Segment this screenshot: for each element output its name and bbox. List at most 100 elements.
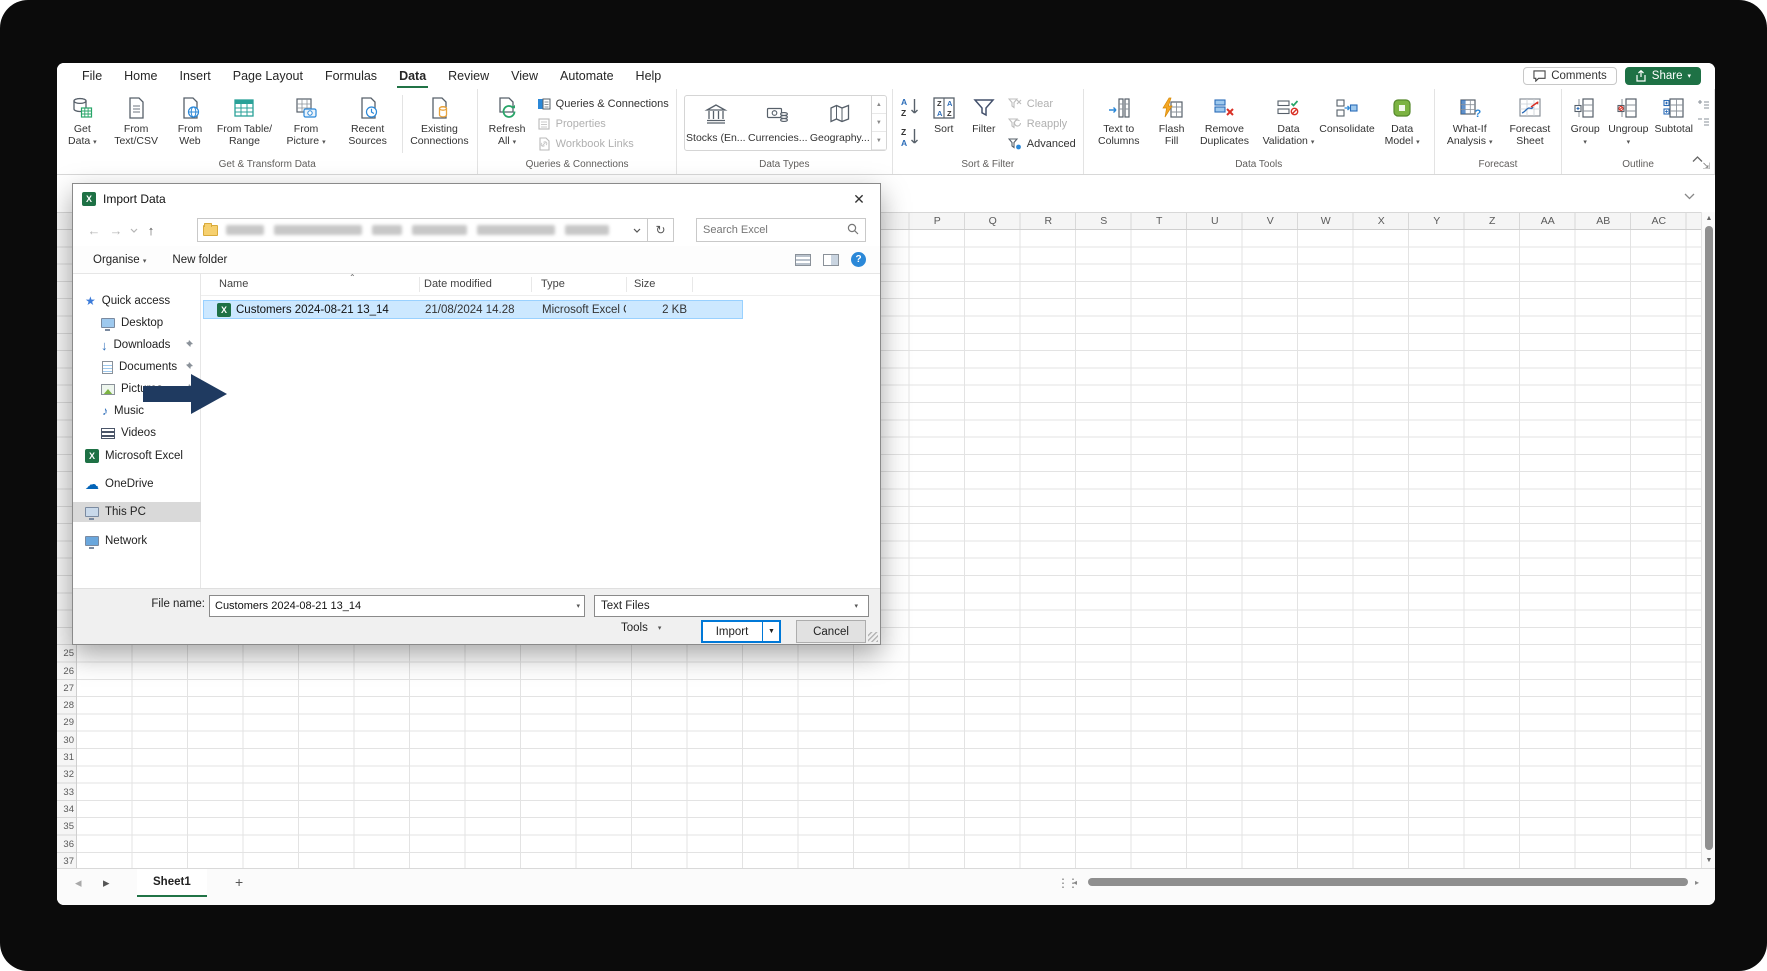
- scroll-right-icon[interactable]: ▸: [1695, 878, 1699, 887]
- column-header-Q[interactable]: Q: [965, 213, 1021, 229]
- text-to-columns-button[interactable]: Text to Columns: [1087, 91, 1151, 157]
- row-header-33[interactable]: 33: [57, 784, 74, 801]
- file-type-combo[interactable]: Text Files ▾: [594, 595, 869, 617]
- row-header-35[interactable]: 35: [57, 818, 74, 835]
- column-header-V[interactable]: V: [1243, 213, 1299, 229]
- row-header-32[interactable]: 32: [57, 766, 74, 783]
- geography-button[interactable]: Geography...: [809, 96, 871, 150]
- column-header-size[interactable]: Size: [634, 278, 655, 290]
- sheet-tab-sheet1[interactable]: Sheet1: [137, 869, 207, 897]
- column-header-AA[interactable]: AA: [1520, 213, 1576, 229]
- data-validation-button[interactable]: Data Validation ▾: [1256, 91, 1320, 157]
- consolidate-button[interactable]: Consolidate: [1320, 91, 1373, 157]
- collapse-ribbon-chevron-icon[interactable]: [1692, 150, 1703, 168]
- column-header-W[interactable]: W: [1298, 213, 1354, 229]
- advanced-filter-button[interactable]: Advanced: [1004, 135, 1080, 153]
- share-button[interactable]: Share ▾: [1625, 67, 1701, 85]
- flash-fill-button[interactable]: Flash Fill: [1151, 91, 1193, 157]
- scroll-left-icon[interactable]: ◂: [1073, 878, 1077, 887]
- hide-detail-icon[interactable]: [1696, 114, 1711, 129]
- column-header-Y[interactable]: Y: [1409, 213, 1465, 229]
- ungroup-button[interactable]: Ungroup▾: [1605, 91, 1651, 157]
- new-folder-button[interactable]: New folder: [172, 254, 227, 266]
- remove-duplicates-button[interactable]: Remove Duplicates: [1192, 91, 1256, 157]
- menu-tab-help[interactable]: Help: [625, 64, 673, 88]
- queries-connections-button[interactable]: Queries & Connections: [533, 95, 673, 113]
- from-text-csv-button[interactable]: From Text/CSV: [105, 91, 168, 157]
- file-name-input[interactable]: [210, 600, 576, 612]
- horizontal-scroll-thumb[interactable]: [1088, 878, 1688, 886]
- cancel-button[interactable]: Cancel: [796, 620, 866, 643]
- search-box[interactable]: [696, 218, 866, 242]
- group-button[interactable]: Group▾: [1565, 91, 1605, 157]
- row-header-36[interactable]: 36: [57, 836, 74, 853]
- gallery-up-icon[interactable]: ▲: [872, 96, 886, 114]
- organise-button[interactable]: Organise ▾: [93, 254, 146, 266]
- column-header-P[interactable]: P: [910, 213, 966, 229]
- stocks-button[interactable]: Stocks (En...: [685, 96, 747, 150]
- column-header-X[interactable]: X: [1354, 213, 1410, 229]
- from-picture-button[interactable]: From Picture ▾: [276, 91, 335, 157]
- menu-tab-file[interactable]: File: [71, 64, 113, 88]
- sidebar-item-onedrive[interactable]: ☁ OneDrive: [73, 474, 201, 494]
- sidebar-item-desktop[interactable]: Desktop: [73, 313, 201, 333]
- preview-pane-icon[interactable]: [823, 254, 839, 266]
- help-icon[interactable]: ?: [851, 252, 866, 267]
- currencies-button[interactable]: Currencies...: [747, 96, 809, 150]
- sidebar-item-microsoft-excel[interactable]: X Microsoft Excel: [73, 446, 201, 466]
- row-header-31[interactable]: 31: [57, 749, 74, 766]
- view-mode-icon[interactable]: [795, 254, 811, 266]
- file-name-caret-icon[interactable]: ▾: [576, 603, 584, 610]
- column-header-name[interactable]: Name: [219, 278, 248, 290]
- what-if-analysis-button[interactable]: ? What-If Analysis ▾: [1438, 91, 1502, 157]
- recent-sources-button[interactable]: Recent Sources: [336, 91, 400, 157]
- refresh-icon[interactable]: ↻: [647, 219, 673, 241]
- sidebar-item-network[interactable]: Network: [73, 531, 201, 551]
- formula-bar-collapse-chevron-icon[interactable]: [1684, 187, 1695, 205]
- menu-tab-view[interactable]: View: [500, 64, 549, 88]
- scroll-up-icon[interactable]: ▲: [1702, 215, 1715, 222]
- comments-button[interactable]: Comments: [1523, 67, 1617, 85]
- sidebar-item-downloads[interactable]: ↓ Downloads: [73, 335, 201, 355]
- import-button[interactable]: Import ▼: [701, 620, 781, 643]
- row-header-28[interactable]: 28: [57, 697, 74, 714]
- next-sheet-icon[interactable]: ▸: [103, 875, 110, 891]
- dialog-close-icon[interactable]: ✕: [838, 184, 880, 214]
- sort-button[interactable]: ZAAZ Sort: [924, 91, 964, 157]
- row-header-30[interactable]: 30: [57, 732, 74, 749]
- tools-button[interactable]: Tools ▾: [621, 622, 661, 634]
- search-input[interactable]: [703, 224, 847, 236]
- address-dropdown-chevron-icon[interactable]: [627, 224, 647, 236]
- menu-tab-data[interactable]: Data: [388, 64, 437, 88]
- row-header-26[interactable]: 26: [57, 663, 74, 680]
- column-header-S[interactable]: S: [1076, 213, 1132, 229]
- import-dropdown-icon[interactable]: ▼: [762, 621, 780, 642]
- column-header-AC[interactable]: AC: [1631, 213, 1687, 229]
- add-sheet-button[interactable]: +: [235, 874, 243, 890]
- column-header-R[interactable]: R: [1021, 213, 1077, 229]
- dialog-resize-grip[interactable]: [868, 632, 878, 642]
- sidebar-item-this-pc[interactable]: This PC: [73, 502, 201, 522]
- menu-tab-home[interactable]: Home: [113, 64, 168, 88]
- get-data-button[interactable]: Get Data ▾: [60, 91, 105, 157]
- menu-tab-insert[interactable]: Insert: [169, 64, 222, 88]
- column-header-U[interactable]: U: [1187, 213, 1243, 229]
- menu-tab-review[interactable]: Review: [437, 64, 500, 88]
- show-detail-icon[interactable]: [1696, 97, 1711, 112]
- prev-sheet-icon[interactable]: ◂: [75, 875, 82, 891]
- back-icon[interactable]: ←: [83, 223, 105, 238]
- vertical-scroll-thumb[interactable]: [1705, 226, 1713, 850]
- existing-connections-button[interactable]: Existing Connections: [404, 91, 474, 157]
- row-header-29[interactable]: 29: [57, 714, 74, 731]
- dialog-titlebar[interactable]: X Import Data ✕: [73, 184, 880, 214]
- scroll-down-icon[interactable]: ▼: [1702, 857, 1715, 864]
- row-header-25[interactable]: 25: [57, 645, 74, 662]
- recent-locations-chevron-icon[interactable]: [127, 224, 140, 236]
- filter-button[interactable]: Filter: [964, 91, 1004, 157]
- data-model-button[interactable]: Data Model ▾: [1374, 91, 1431, 157]
- address-bar[interactable]: ↻: [197, 218, 674, 242]
- from-web-button[interactable]: From Web: [167, 91, 212, 157]
- sort-ascending-button[interactable]: AZ: [898, 95, 922, 119]
- subtotal-button[interactable]: Subtotal: [1651, 91, 1696, 157]
- column-header-AB[interactable]: AB: [1576, 213, 1632, 229]
